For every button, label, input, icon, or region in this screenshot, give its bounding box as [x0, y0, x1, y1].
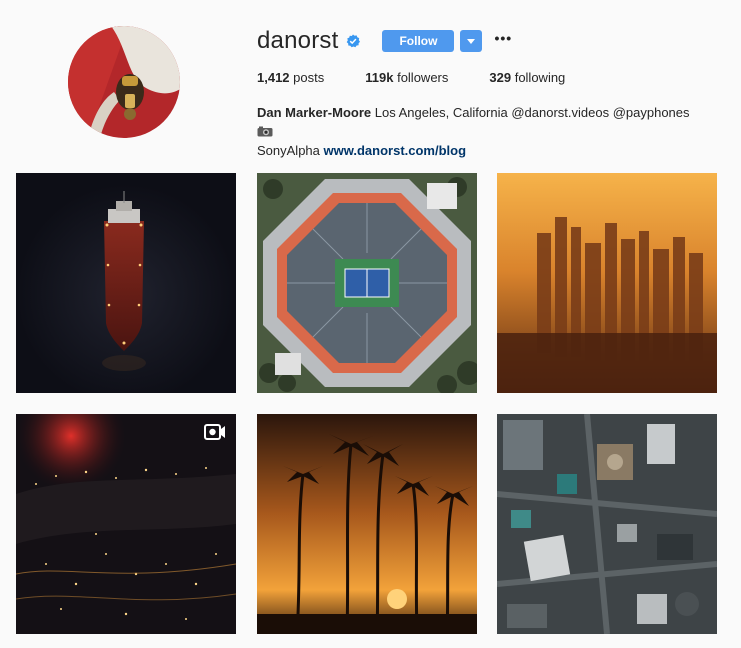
follow-options-button[interactable]	[460, 30, 483, 52]
post-tile[interactable]	[497, 414, 717, 634]
post-tile[interactable]	[257, 173, 477, 393]
post-image	[257, 414, 477, 634]
follow-button[interactable]: Follow	[382, 30, 455, 52]
website-link[interactable]: www.danorst.com/blog	[324, 143, 467, 158]
profile-avatar[interactable]	[68, 26, 180, 138]
camera-emoji-icon	[257, 126, 273, 137]
following-count: 329	[489, 70, 512, 85]
followers-stat[interactable]: 119k followers	[365, 70, 448, 85]
post-tile[interactable]	[16, 414, 236, 634]
post-image	[257, 173, 477, 393]
caret-down-icon	[467, 38, 476, 44]
profile-bio: Dan Marker-Moore Los Angeles, California…	[257, 103, 707, 160]
post-image	[16, 414, 236, 634]
post-image	[16, 173, 236, 393]
profile-stats: 1,412 posts 119k followers 329 following	[257, 70, 707, 85]
bio-text-2: SonyAlpha	[257, 143, 320, 158]
bio-text: Los Angeles, California @danorst.videos …	[374, 105, 690, 120]
video-icon	[204, 424, 225, 440]
following-label: following	[514, 70, 566, 85]
posts-count: 1,412	[257, 70, 290, 85]
followers-count: 119k	[365, 70, 394, 85]
more-options-button[interactable]: •••	[494, 31, 512, 45]
post-image	[497, 173, 717, 393]
verified-badge-icon	[347, 34, 361, 48]
followers-label: followers	[397, 70, 449, 85]
posts-stat: 1,412 posts	[257, 70, 324, 85]
following-stat[interactable]: 329 following	[489, 70, 565, 85]
post-tile[interactable]	[497, 173, 717, 393]
posts-label: posts	[293, 70, 325, 85]
post-image	[497, 414, 717, 634]
post-tile[interactable]	[16, 173, 236, 393]
full-name: Dan Marker-Moore	[257, 105, 372, 120]
username: danorst	[257, 27, 339, 54]
post-tile[interactable]	[257, 414, 477, 634]
profile-header: danorst Follow ••• 1,412 posts 119k foll…	[257, 26, 707, 160]
